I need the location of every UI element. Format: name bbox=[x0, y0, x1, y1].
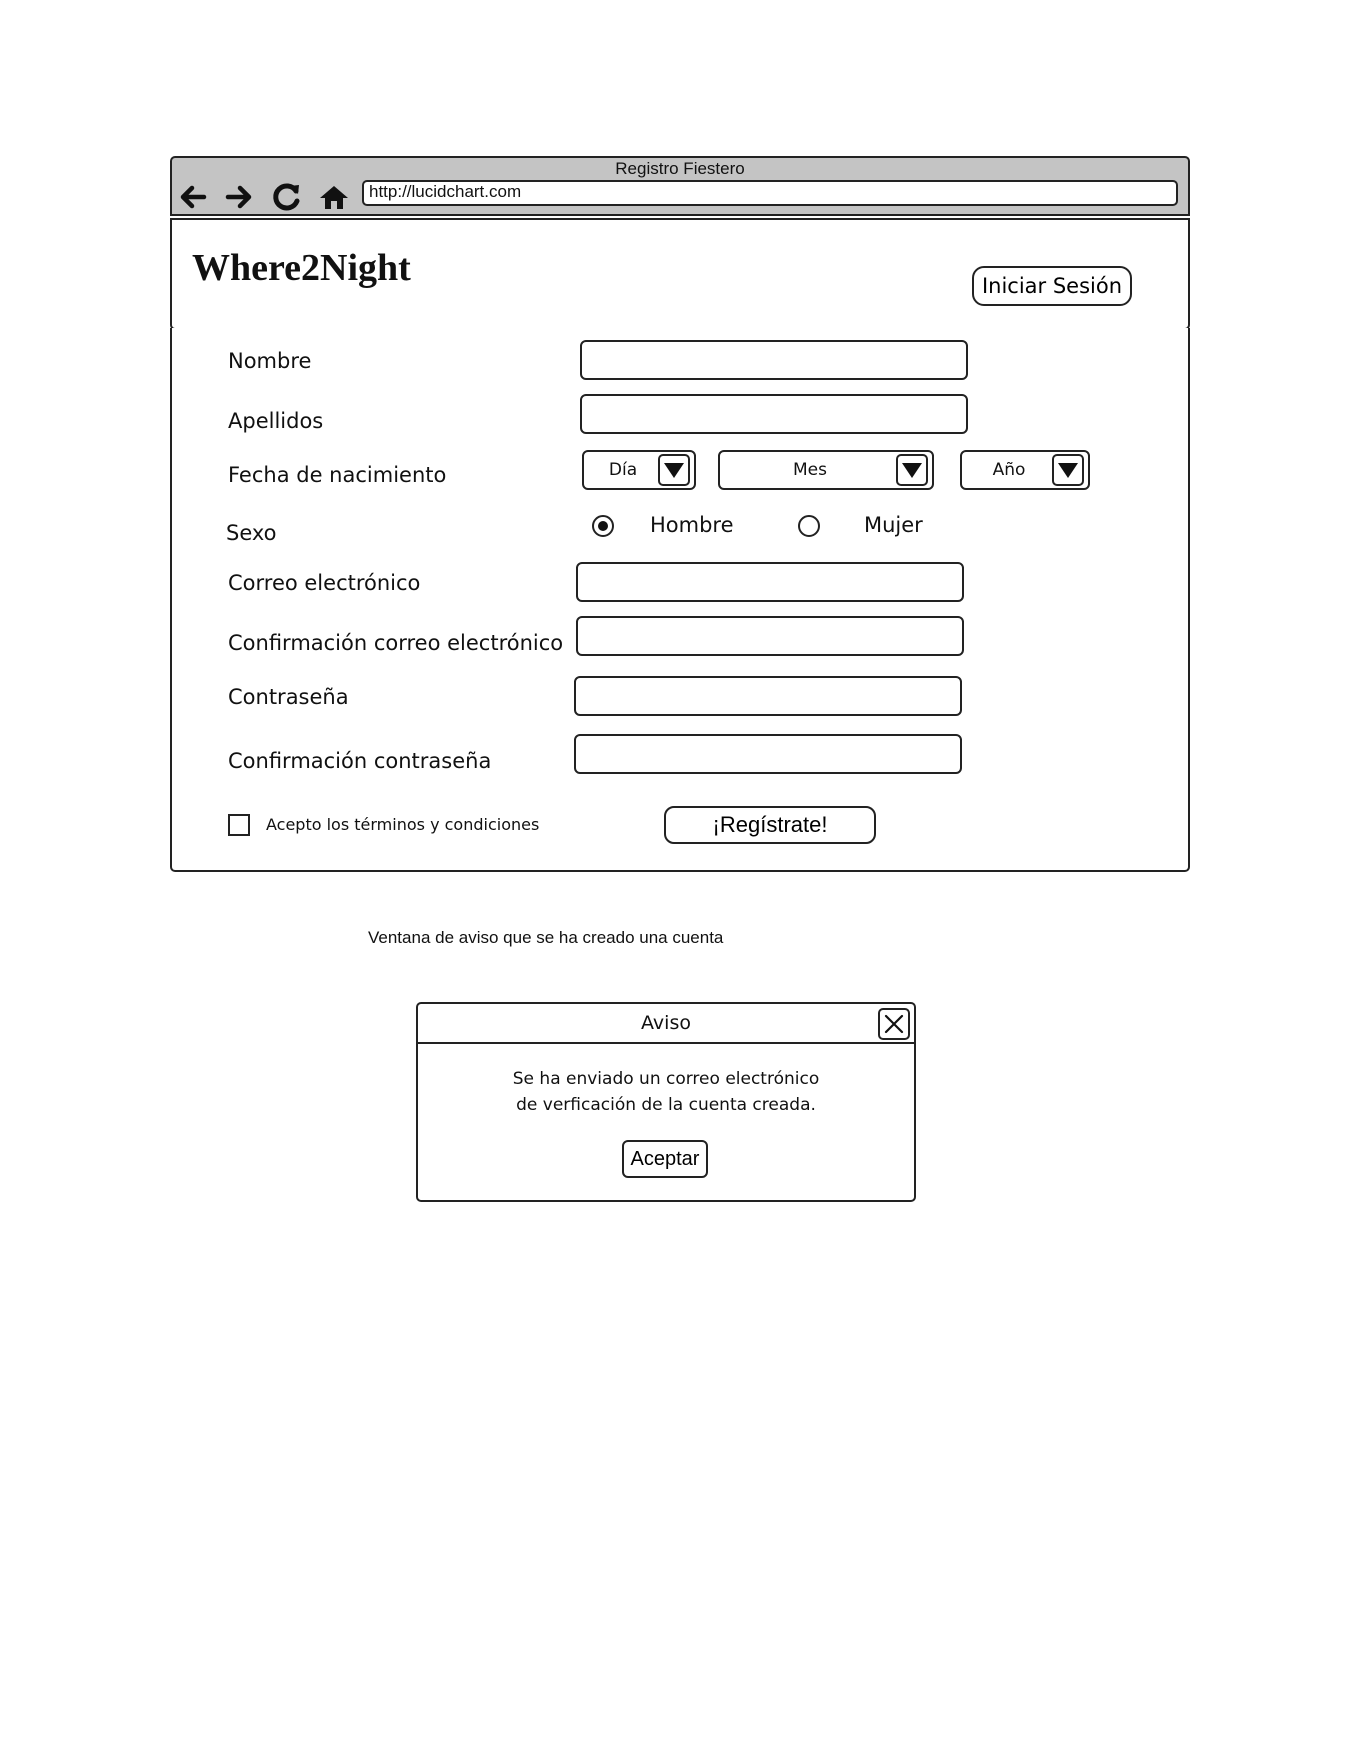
notice-dialog: Aviso Se ha enviado un correo electrónic… bbox=[416, 1002, 916, 1202]
dia-dropdown-label: Día bbox=[608, 460, 638, 480]
browser-chrome: Registro Fiestero http://lucidchart.com bbox=[170, 156, 1190, 216]
reload-icon[interactable] bbox=[268, 180, 308, 214]
confirm-correo-input[interactable] bbox=[576, 616, 964, 656]
sexo-label: Sexo bbox=[226, 521, 277, 545]
hombre-label: Hombre bbox=[650, 513, 734, 537]
chevron-down-icon bbox=[664, 463, 684, 478]
anio-dropdown-label: Año bbox=[992, 460, 1026, 480]
mujer-label: Mujer bbox=[864, 513, 923, 537]
mes-dropdown[interactable]: Mes bbox=[718, 450, 934, 490]
dialog-titlebar: Aviso bbox=[418, 1004, 914, 1044]
radio-selected-dot bbox=[598, 521, 608, 531]
hombre-radio[interactable] bbox=[592, 515, 614, 537]
caption-text: Ventana de aviso que se ha creado una cu… bbox=[368, 928, 724, 947]
register-button[interactable]: ¡Regístrate! bbox=[664, 806, 876, 844]
logo: Where2Night bbox=[192, 247, 411, 289]
login-button[interactable]: Iniciar Sesión bbox=[972, 266, 1132, 306]
forward-arrow-icon[interactable] bbox=[220, 180, 260, 214]
mujer-radio[interactable] bbox=[798, 515, 820, 537]
accept-button[interactable]: Aceptar bbox=[622, 1140, 708, 1178]
fecha-nacimiento-label: Fecha de nacimiento bbox=[228, 463, 447, 487]
close-icon bbox=[884, 1014, 904, 1034]
confirm-password-label: Confirmación contraseña bbox=[228, 749, 492, 773]
registration-form: Nombre Apellidos Fecha de nacimiento Día… bbox=[170, 328, 1190, 872]
dia-dropdown-arrow[interactable] bbox=[658, 454, 690, 486]
correo-label: Correo electrónico bbox=[228, 571, 421, 595]
chevron-down-icon bbox=[902, 463, 922, 478]
terms-label: Acepto los términos y condiciones bbox=[266, 815, 540, 834]
home-icon[interactable] bbox=[314, 180, 354, 214]
confirm-correo-label: Confirmación correo electrónico bbox=[228, 631, 564, 655]
apellidos-label: Apellidos bbox=[228, 409, 324, 433]
apellidos-input[interactable] bbox=[580, 394, 968, 434]
mes-dropdown-arrow[interactable] bbox=[896, 454, 928, 486]
mes-dropdown-label: Mes bbox=[793, 460, 827, 480]
chevron-down-icon bbox=[1058, 463, 1078, 478]
dialog-message-line2: de verficación de la cuenta creada. bbox=[516, 1095, 816, 1115]
correo-input[interactable] bbox=[576, 562, 964, 602]
dia-dropdown[interactable]: Día bbox=[582, 450, 696, 490]
url-bar[interactable]: http://lucidchart.com bbox=[362, 180, 1178, 206]
page-header: Where2Night Iniciar Sesión bbox=[170, 218, 1190, 330]
anio-dropdown[interactable]: Año bbox=[960, 450, 1090, 490]
password-input[interactable] bbox=[574, 676, 962, 716]
terms-checkbox[interactable] bbox=[228, 814, 250, 836]
dialog-message-line1: Se ha enviado un correo electrónico bbox=[512, 1069, 820, 1089]
anio-dropdown-arrow[interactable] bbox=[1052, 454, 1084, 486]
nombre-label: Nombre bbox=[228, 349, 312, 373]
dialog-close-button[interactable] bbox=[878, 1008, 910, 1040]
dialog-message: Se ha enviado un correo electrónico de v… bbox=[418, 1066, 914, 1118]
password-label: Contraseña bbox=[228, 685, 349, 709]
dialog-title: Aviso bbox=[641, 1012, 691, 1034]
confirm-password-input[interactable] bbox=[574, 734, 962, 774]
nombre-input[interactable] bbox=[580, 340, 968, 380]
window-title: Registro Fiestero bbox=[615, 159, 745, 178]
back-arrow-icon[interactable] bbox=[174, 180, 214, 214]
